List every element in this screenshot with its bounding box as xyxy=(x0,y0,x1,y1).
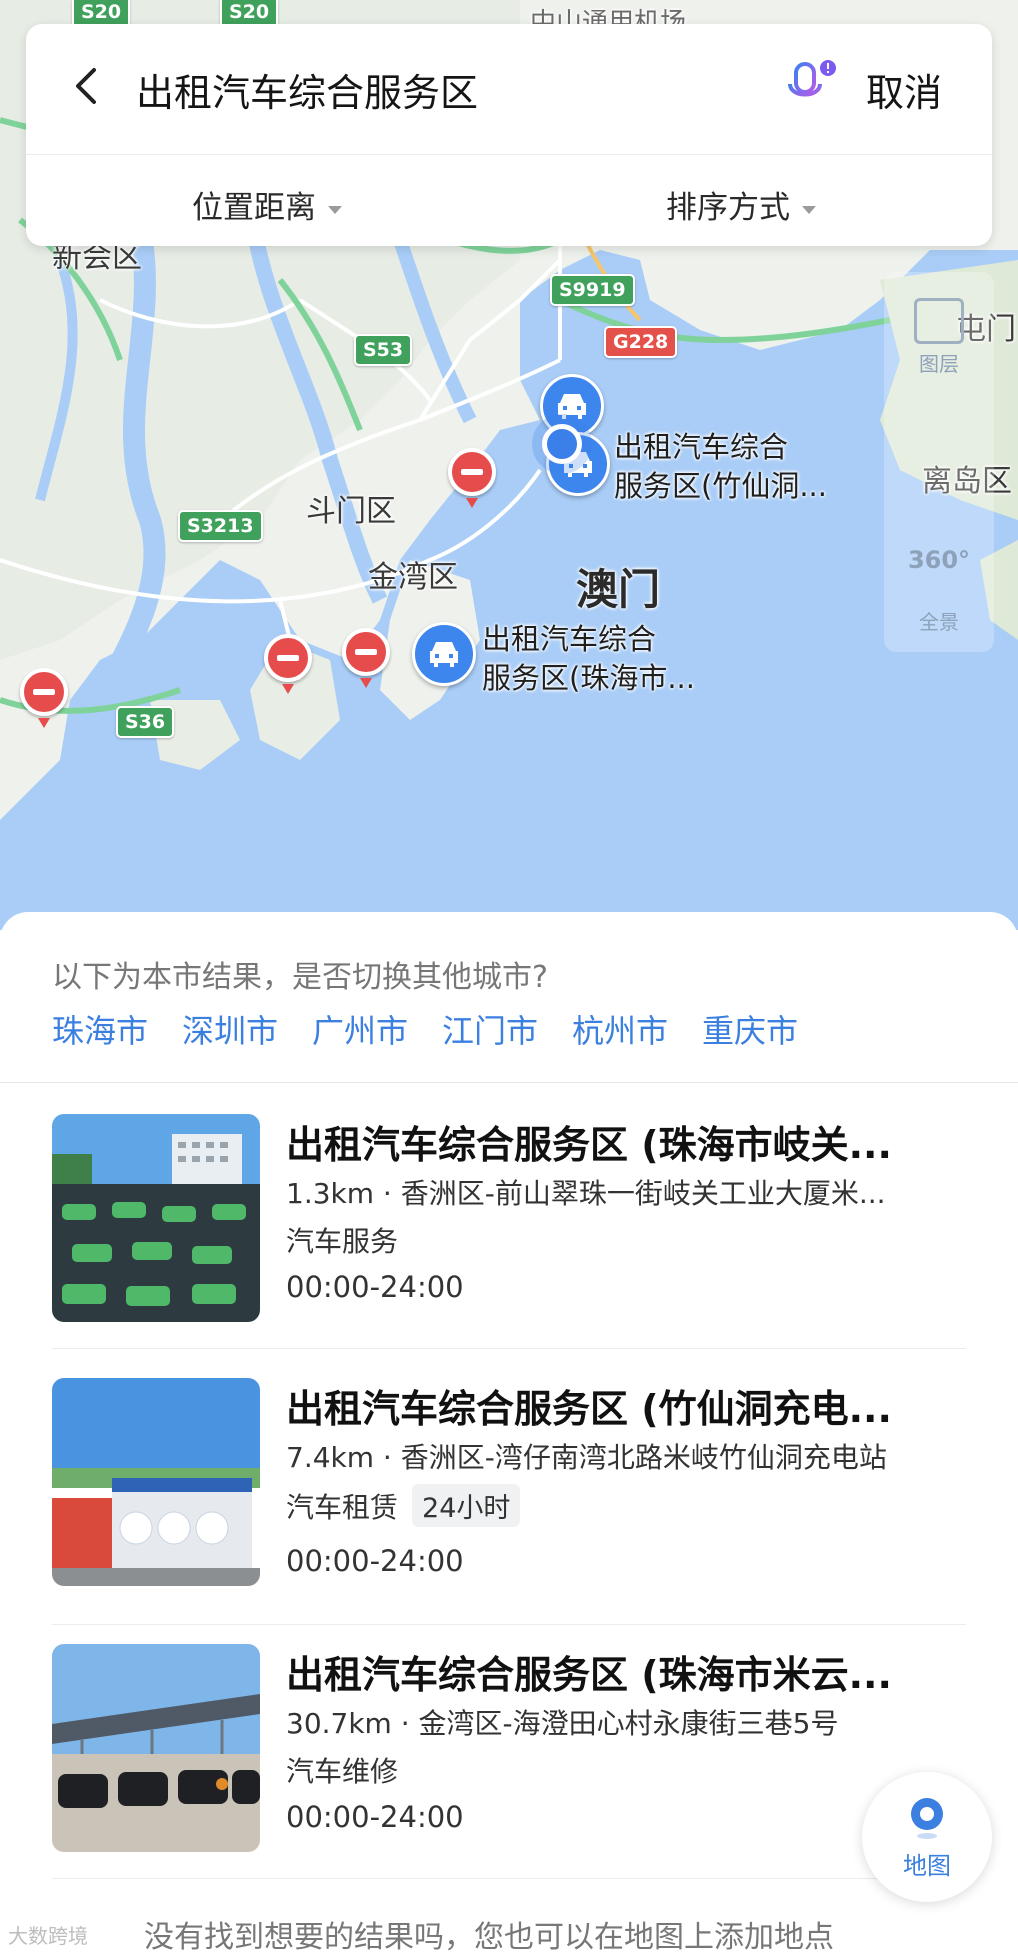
divider xyxy=(52,1878,966,1879)
city-switch-prompt: 以下为本市结果，是否切换其他城市? xyxy=(52,960,548,995)
result-item[interactable]: 出租汽车综合服务区 (竹仙洞充电... 7.4km · 香洲区-湾仔南湾北路米岐… xyxy=(52,1378,966,1642)
result-hours: 00:00-24:00 xyxy=(286,1800,464,1834)
divider xyxy=(52,1348,966,1349)
no-entry-marker[interactable] xyxy=(264,634,312,694)
category-label: 汽车租赁 xyxy=(286,1491,399,1524)
map-button-label: 地图 xyxy=(903,1852,951,1880)
city-link[interactable]: 深圳市 xyxy=(182,1006,278,1052)
no-entry-marker[interactable] xyxy=(448,448,496,508)
city-link[interactable]: 杭州市 xyxy=(572,1006,668,1052)
taxi-pin[interactable] xyxy=(412,622,476,686)
location-pin-icon xyxy=(911,1798,943,1839)
filter-label: 位置距离 xyxy=(192,190,316,226)
result-thumbnail xyxy=(52,1114,260,1322)
poi-line-2: 服务区(竹仙洞... xyxy=(614,469,827,503)
result-category: 汽车服务 xyxy=(286,1220,398,1260)
city-link[interactable]: 珠海市 xyxy=(52,1006,148,1052)
road-badge-s36: S36 xyxy=(116,706,175,738)
filter-distance[interactable]: 位置距离 xyxy=(192,182,342,227)
result-title[interactable]: 出租汽车综合服务区 (竹仙洞充电... xyxy=(286,1378,966,1433)
layers-label[interactable]: 图层 xyxy=(884,348,994,377)
car-icon xyxy=(430,642,458,667)
map-side-controls: 图层 360° 全景 xyxy=(884,272,994,652)
open-24h-badge: 24小时 xyxy=(412,1484,521,1527)
search-card: 出租汽车综合服务区 取消 位置距离 排序方式 xyxy=(26,24,992,246)
caret-down-icon xyxy=(328,205,342,214)
map-label-jinwan: 金湾区 xyxy=(368,560,458,595)
road-badge-s9919: S9919 xyxy=(550,274,635,306)
result-thumbnail xyxy=(52,1378,260,1586)
road-badge-g228: G228 xyxy=(604,326,678,358)
road-badge-s3213: S3213 xyxy=(178,510,263,542)
filter-label: 排序方式 xyxy=(666,190,790,226)
no-entry-marker[interactable] xyxy=(342,628,390,688)
divider xyxy=(0,1082,1018,1083)
category-label: 汽车维修 xyxy=(286,1755,399,1788)
voice-input-icon[interactable] xyxy=(782,58,840,116)
map-poi-label-zhuxiandong[interactable]: 出租汽车综合 服务区(竹仙洞... xyxy=(614,428,827,506)
no-entry-marker[interactable] xyxy=(20,668,68,728)
category-label: 汽车服务 xyxy=(286,1225,399,1258)
result-category: 汽车维修 xyxy=(286,1750,398,1790)
result-category: 汽车租赁 24小时 xyxy=(286,1484,521,1527)
watermark: 大数跨境 xyxy=(8,1924,88,1948)
city-link[interactable]: 广州市 xyxy=(312,1006,408,1052)
map-poi-label-zhuhai[interactable]: 出租汽车综合 服务区(珠海市... xyxy=(482,620,695,698)
search-query[interactable]: 出租汽车综合服务区 xyxy=(136,62,478,117)
back-arrow-icon[interactable] xyxy=(66,64,110,108)
result-title[interactable]: 出租汽车综合服务区 (珠海市岐关... xyxy=(286,1114,966,1169)
result-address: 30.7km · 金湾区-海澄田心村永康街三巷5号 xyxy=(286,1707,839,1740)
result-item[interactable]: 出租汽车综合服务区 (珠海市岐关... 1.3km · 香洲区-前山翠珠一街岐关… xyxy=(52,1114,966,1378)
filter-sort[interactable]: 排序方式 xyxy=(666,182,816,227)
layers-icon[interactable] xyxy=(914,298,964,344)
result-thumbnail xyxy=(52,1644,260,1852)
caret-down-icon xyxy=(802,205,816,214)
car-icon xyxy=(558,394,586,419)
city-link[interactable]: 重庆市 xyxy=(702,1006,798,1052)
cancel-button[interactable]: 取消 xyxy=(866,62,942,117)
map-label-doumen: 斗门区 xyxy=(306,494,396,529)
map-toggle-button[interactable]: 地图 xyxy=(862,1772,992,1902)
result-address: 7.4km · 香洲区-湾仔南湾北路米岐竹仙洞充电站 xyxy=(286,1441,887,1474)
divider xyxy=(52,1624,966,1625)
result-item[interactable]: 出租汽车综合服务区 (珠海市米云... 30.7km · 金湾区-海澄田心村永康… xyxy=(52,1644,966,1908)
divider xyxy=(26,154,992,155)
current-location-dot xyxy=(542,424,582,464)
results-sheet: 以下为本市结果，是否切换其他城市? 珠海市 深圳市 广州市 江门市 杭州市 重庆… xyxy=(0,912,1018,1956)
poi-line-1: 出租汽车综合 xyxy=(482,622,657,656)
result-address: 1.3km · 香洲区-前山翠珠一街岐关工业大厦米... xyxy=(286,1177,886,1210)
panorama-label[interactable]: 全景 xyxy=(884,606,994,635)
city-link[interactable]: 江门市 xyxy=(442,1006,538,1052)
result-title[interactable]: 出租汽车综合服务区 (珠海市米云... xyxy=(286,1644,966,1699)
result-hours: 00:00-24:00 xyxy=(286,1544,464,1578)
poi-line-1: 出租汽车综合 xyxy=(614,430,789,464)
panorama-icon[interactable]: 360° xyxy=(884,546,994,574)
road-badge-s53: S53 xyxy=(354,334,413,366)
add-place-hint[interactable]: 没有找到想要的结果吗，您也可以在地图上添加地点 xyxy=(144,1912,834,1956)
map-label-macau: 澳门 xyxy=(576,565,661,614)
result-hours: 00:00-24:00 xyxy=(286,1270,464,1304)
poi-line-2: 服务区(珠海市... xyxy=(482,661,695,695)
